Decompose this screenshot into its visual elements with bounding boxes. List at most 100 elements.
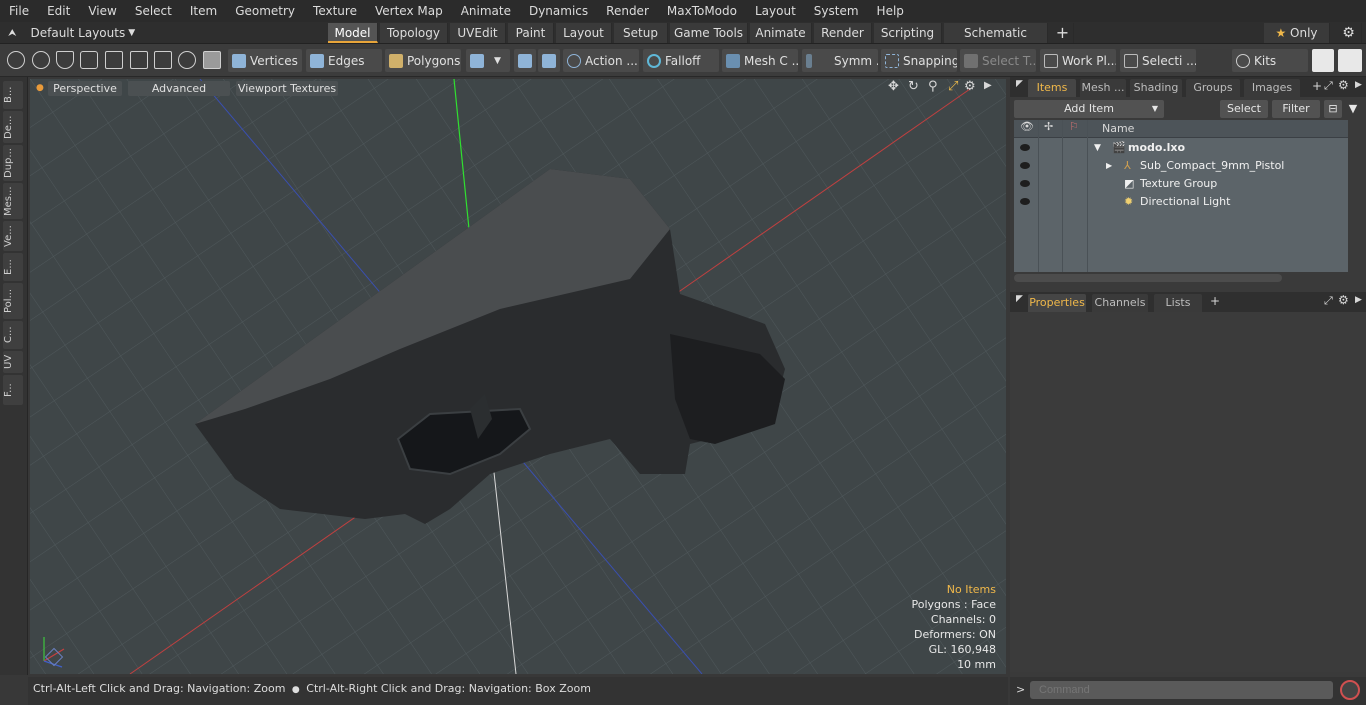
funnel-icon[interactable]: ▼ — [1344, 100, 1362, 118]
menu-select[interactable]: Select — [126, 0, 181, 22]
select-circle-icon[interactable] — [7, 51, 25, 69]
select-button[interactable]: Select — [1220, 100, 1268, 118]
left-tab-basic[interactable]: B... — [3, 81, 23, 109]
panel-menu-icon[interactable]: ◤ — [1016, 79, 1023, 89]
tab-schematic-fusion[interactable]: Schematic Fusion — [944, 23, 1048, 60]
tab-topology[interactable]: Topology — [380, 23, 448, 43]
menu-item[interactable]: Item — [181, 0, 226, 22]
left-tab-vertex[interactable]: Ve... — [3, 221, 23, 251]
tab-layout[interactable]: Layout — [556, 23, 612, 43]
expand-icon[interactable]: ▼ — [1094, 139, 1101, 157]
tab-lists[interactable]: Lists — [1154, 294, 1202, 312]
item-row-scene[interactable]: ▼ 🎬 modo.lxo — [1014, 139, 1348, 157]
item-row-texture-group[interactable]: ◩ Texture Group — [1014, 175, 1348, 193]
panel-arrow-icon[interactable]: ▶ — [1355, 295, 1362, 305]
left-tab-curve[interactable]: C... — [3, 321, 23, 349]
menu-maxtomodo[interactable]: MaxToModo — [658, 0, 746, 22]
menu-vertex-map[interactable]: Vertex Map — [366, 0, 452, 22]
edges-button[interactable]: Edges — [306, 49, 382, 72]
selection-sets-button[interactable]: Selecti ... — [1120, 49, 1196, 72]
eye-icon[interactable] — [1020, 144, 1030, 151]
menu-system[interactable]: System — [805, 0, 868, 22]
item-row-mesh[interactable]: ▶ ⅄ Sub_Compact_9mm_Pistol — [1014, 157, 1348, 175]
only-toggle[interactable]: ★ Only — [1264, 23, 1330, 43]
menu-help[interactable]: Help — [868, 0, 913, 22]
falloff-button[interactable]: Falloff — [643, 49, 719, 72]
menu-geometry[interactable]: Geometry — [226, 0, 304, 22]
tab-setup[interactable]: Setup — [614, 23, 668, 43]
gear-icon[interactable]: ⚙ — [1336, 23, 1362, 43]
add-panel-tab-icon[interactable]: + — [1312, 79, 1322, 93]
tab-paint[interactable]: Paint — [508, 23, 554, 43]
tab-shading[interactable]: Shading — [1130, 79, 1182, 97]
panel-gear-icon[interactable]: ⚙ — [1338, 293, 1349, 307]
name-column-header[interactable]: Name — [1102, 122, 1134, 135]
tab-uvedit[interactable]: UVEdit — [450, 23, 506, 43]
work-plane-button[interactable]: Work Pl... — [1040, 49, 1116, 72]
unity-icon[interactable] — [1312, 49, 1334, 72]
menu-edit[interactable]: Edit — [38, 0, 79, 22]
item-list-scrollbar[interactable] — [1014, 274, 1282, 282]
menu-layout[interactable]: Layout — [746, 0, 805, 22]
add-item-dropdown[interactable]: Add Item ▼ — [1014, 100, 1164, 118]
left-tab-duplicate[interactable]: Dup... — [3, 145, 23, 181]
unreal-icon[interactable] — [1338, 49, 1362, 72]
action-button[interactable]: Action ... — [563, 49, 639, 72]
menu-dynamics[interactable]: Dynamics — [520, 0, 597, 22]
eye-icon[interactable] — [1020, 162, 1030, 169]
menu-file[interactable]: File — [0, 0, 38, 22]
scale-icon[interactable] — [154, 51, 172, 69]
perspective-button[interactable]: Perspective — [48, 81, 122, 96]
advanced-button[interactable]: Advanced — [128, 81, 230, 96]
rotate-view-icon[interactable]: ↻ — [908, 79, 919, 94]
command-input[interactable] — [1030, 681, 1333, 699]
item-row-light[interactable]: ✹ Directional Light — [1014, 193, 1348, 211]
viewport-textures-button[interactable]: Viewport Textures — [236, 81, 338, 96]
left-tab-mesh[interactable]: Mes... — [3, 183, 23, 219]
menu-animate[interactable]: Animate — [452, 0, 520, 22]
tab-render[interactable]: Render — [814, 23, 872, 43]
left-tab-fusion[interactable]: F... — [3, 375, 23, 405]
rotate-icon[interactable] — [178, 51, 196, 69]
add-panel-tab-icon[interactable]: + — [1210, 294, 1220, 308]
cube-icon[interactable] — [203, 51, 221, 69]
tab-animate[interactable]: Animate — [750, 23, 812, 43]
panel-gear-icon[interactable]: ⚙ — [1338, 78, 1349, 92]
tab-game-tools[interactable]: Game Tools — [670, 23, 748, 43]
tab-items[interactable]: Items — [1028, 79, 1076, 97]
viewport-dot-icon[interactable]: ● — [36, 83, 44, 93]
polygons-button[interactable]: Polygons — [385, 49, 461, 72]
menu-texture[interactable]: Texture — [304, 0, 366, 22]
select-through-button[interactable]: Select T... — [960, 49, 1036, 72]
add-tab-icon[interactable]: + — [1052, 23, 1074, 43]
material-icon[interactable] — [514, 49, 536, 72]
menu-render[interactable]: Render — [597, 0, 658, 22]
panel-menu-icon[interactable]: ◤ — [1016, 294, 1023, 304]
panel-expand-icon[interactable]: ⤢ — [1324, 294, 1333, 308]
lasso-icon[interactable] — [56, 51, 74, 69]
vertices-button[interactable]: Vertices — [228, 49, 302, 72]
eye-icon[interactable] — [1020, 198, 1030, 205]
tab-properties[interactable]: Properties — [1028, 294, 1086, 312]
item-mode-button[interactable]: ▼ — [466, 49, 510, 72]
record-icon[interactable] — [1340, 680, 1360, 700]
left-tab-deform[interactable]: De... — [3, 111, 23, 143]
zoom-view-icon[interactable]: ⚲ — [928, 79, 938, 94]
snapping-button[interactable]: Snapping — [881, 49, 957, 72]
mesh-constraint-button[interactable]: Mesh C ... — [722, 49, 798, 72]
auto-select-icon[interactable] — [538, 49, 560, 72]
tab-mesh[interactable]: Mesh ... — [1080, 79, 1126, 97]
viewport-expand-icon[interactable]: ▶ — [984, 80, 992, 91]
tab-channels[interactable]: Channels — [1092, 294, 1148, 312]
tab-scripting[interactable]: Scripting — [874, 23, 942, 43]
move-view-icon[interactable]: ✥ — [888, 79, 899, 94]
3d-viewport[interactable]: ● Perspective Advanced Viewport Textures… — [30, 79, 1006, 674]
menu-view[interactable]: View — [79, 0, 125, 22]
eye-icon[interactable] — [1020, 180, 1030, 187]
align-icon[interactable] — [105, 51, 123, 69]
globe-icon[interactable] — [32, 51, 50, 69]
viewport-gear-icon[interactable]: ⚙ — [964, 79, 976, 94]
transform-icon[interactable] — [130, 51, 148, 69]
symmetry-button[interactable]: Symm ... — [802, 49, 878, 72]
collapse-icon[interactable]: ⊟ — [1324, 100, 1342, 118]
